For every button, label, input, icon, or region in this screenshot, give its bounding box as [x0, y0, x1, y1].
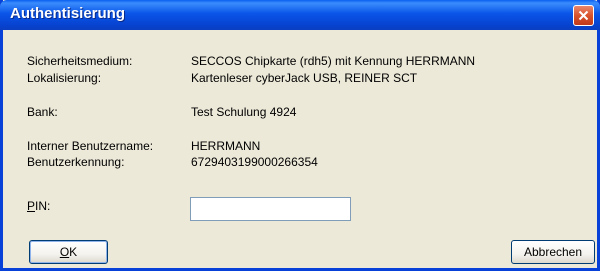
user-id-value: 6729403199000266354 [191, 155, 318, 169]
close-button[interactable] [573, 5, 594, 26]
pin-input[interactable] [190, 197, 351, 221]
ok-button[interactable]: OK [29, 240, 108, 264]
internal-username-value: HERRMANN [191, 139, 261, 153]
security-medium-label: Sicherheitsmedium: [27, 54, 133, 68]
internal-username-label: Interner Benutzername: [27, 139, 154, 153]
window-title: Authentisierung [10, 5, 125, 22]
close-icon [578, 10, 589, 21]
pin-label-rest: IN: [35, 199, 51, 213]
user-id-label: Benutzerkennung: [27, 155, 125, 169]
pin-label: PIN: [27, 199, 50, 213]
bank-label: Bank: [27, 105, 58, 119]
pin-label-mnemonic: P [27, 199, 36, 213]
localization-value: Kartenleser cyberJack USB, REINER SCT [191, 71, 418, 85]
ok-label-rest: K [69, 245, 78, 259]
cancel-button[interactable]: Abbrechen [511, 240, 595, 264]
bank-value: Test Schulung 4924 [191, 105, 297, 119]
ok-label-mnemonic: O [59, 245, 70, 259]
cancel-label: Abbrechen [523, 245, 583, 259]
authentication-dialog: Authentisierung Sicherheitsmedium: SECCO… [0, 0, 600, 271]
title-bar[interactable]: Authentisierung [0, 0, 600, 30]
localization-label: Lokalisierung: [27, 71, 102, 85]
security-medium-value: SECCOS Chipkarte (rdh5) mit Kennung HERR… [191, 54, 476, 68]
